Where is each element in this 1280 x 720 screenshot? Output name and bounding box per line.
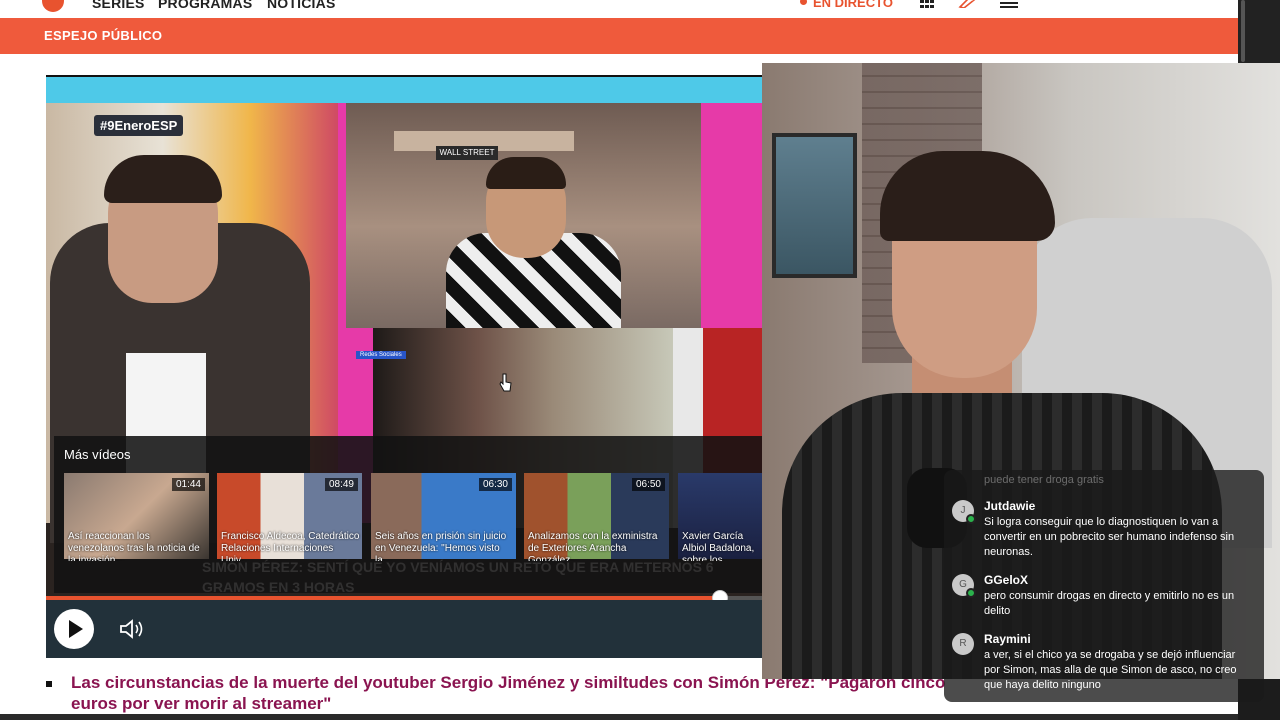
video-thumb-3[interactable]: 06:30 Seis años en prisión sin juicio en… (371, 473, 516, 561)
grid-icon[interactable] (920, 0, 934, 8)
anchor-hair (104, 155, 222, 203)
chat-text: Si logra conseguir que lo diagnostiquen … (984, 516, 1235, 558)
menu-icon[interactable] (1000, 0, 1018, 8)
pencil-icon[interactable] (958, 0, 976, 8)
section-title[interactable]: ESPEJO PÚBLICO (44, 28, 162, 43)
top-navigation: SERIES PROGRAMAS NOTICIAS EN DIRECTO (0, 0, 1238, 18)
badge-icon (966, 588, 976, 598)
thumb-duration: 06:30 (478, 478, 512, 491)
overlay-ghost-title: SIMÓN PÉREZ: SENTÍ QUE YO VENÍAMOS UN RE… (202, 559, 714, 595)
live-label: EN DIRECTO (813, 0, 893, 10)
nav-item-series[interactable]: SERIES (92, 0, 145, 11)
thumb-duration: 01:44 (171, 478, 205, 491)
video-thumb-1[interactable]: 01:44 Así reaccionan los venezolanos tra… (64, 473, 209, 561)
chat-overlay: puede tener droga gratis J Jutdawie Si l… (944, 470, 1264, 702)
section-bar: ESPEJO PÚBLICO (0, 18, 1238, 54)
play-button[interactable] (54, 609, 94, 649)
hashtag-badge: #9EneroESP (94, 115, 184, 136)
wall-street-sign: WALL STREET (436, 146, 498, 160)
badge-icon (966, 514, 976, 524)
chat-text: pero consumir drogas en directo y emitir… (984, 590, 1235, 617)
thumb-duration: 08:49 (324, 478, 358, 491)
video-frame[interactable]: #9EneroESP WALL STREET Redes Sociales Má… (46, 77, 763, 597)
volume-icon[interactable] (118, 617, 148, 641)
user-avatar: J (952, 500, 976, 524)
site-logo[interactable] (42, 0, 64, 12)
user-avatar: R (952, 633, 974, 655)
chat-username: Jutdawie (984, 499, 1036, 513)
chat-text: a ver, si el chico ya se drogaba y se de… (984, 649, 1237, 691)
player-controls (46, 600, 763, 658)
more-videos-title: Más vídeos (64, 447, 131, 462)
bullet (46, 681, 52, 687)
nav-item-noticias[interactable]: NOTICIAS (267, 0, 336, 11)
scrollbar-thumb[interactable] (1241, 0, 1245, 62)
chat-username: Raymini (984, 632, 1031, 646)
video-player[interactable]: #9EneroESP WALL STREET Redes Sociales Má… (46, 75, 763, 658)
video-thumb-2[interactable]: 08:49 Francisco Aldecoa, Catedrático Rel… (217, 473, 362, 561)
thumb-caption: Así reaccionan los venezolanos tras la n… (68, 531, 200, 561)
thumb-duration: 06:50 (631, 478, 665, 491)
video-thumb-5[interactable]: Xavier García Albiol Badalona, sobre los (678, 473, 763, 561)
live-dot-icon (800, 0, 807, 5)
video-top-band (46, 77, 763, 103)
bottom-bar (0, 714, 1238, 720)
user-avatar: G (952, 574, 976, 598)
live-link[interactable]: EN DIRECTO (800, 0, 893, 10)
clip-source-tag: Redes Sociales (356, 351, 406, 359)
nav-item-programas[interactable]: PROGRAMAS (158, 0, 252, 11)
hand-cursor-icon (499, 373, 512, 392)
guest-webcam: WALL STREET (346, 103, 701, 328)
streamer-hair (880, 151, 1055, 241)
guest-hair (486, 157, 566, 189)
chat-username: GGeloX (984, 573, 1029, 587)
chat-faded-message: puede tener droga gratis (984, 474, 1104, 486)
background-monitor (772, 133, 857, 278)
video-thumb-4[interactable]: 06:50 Analizamos con la exministra de Ex… (524, 473, 669, 561)
